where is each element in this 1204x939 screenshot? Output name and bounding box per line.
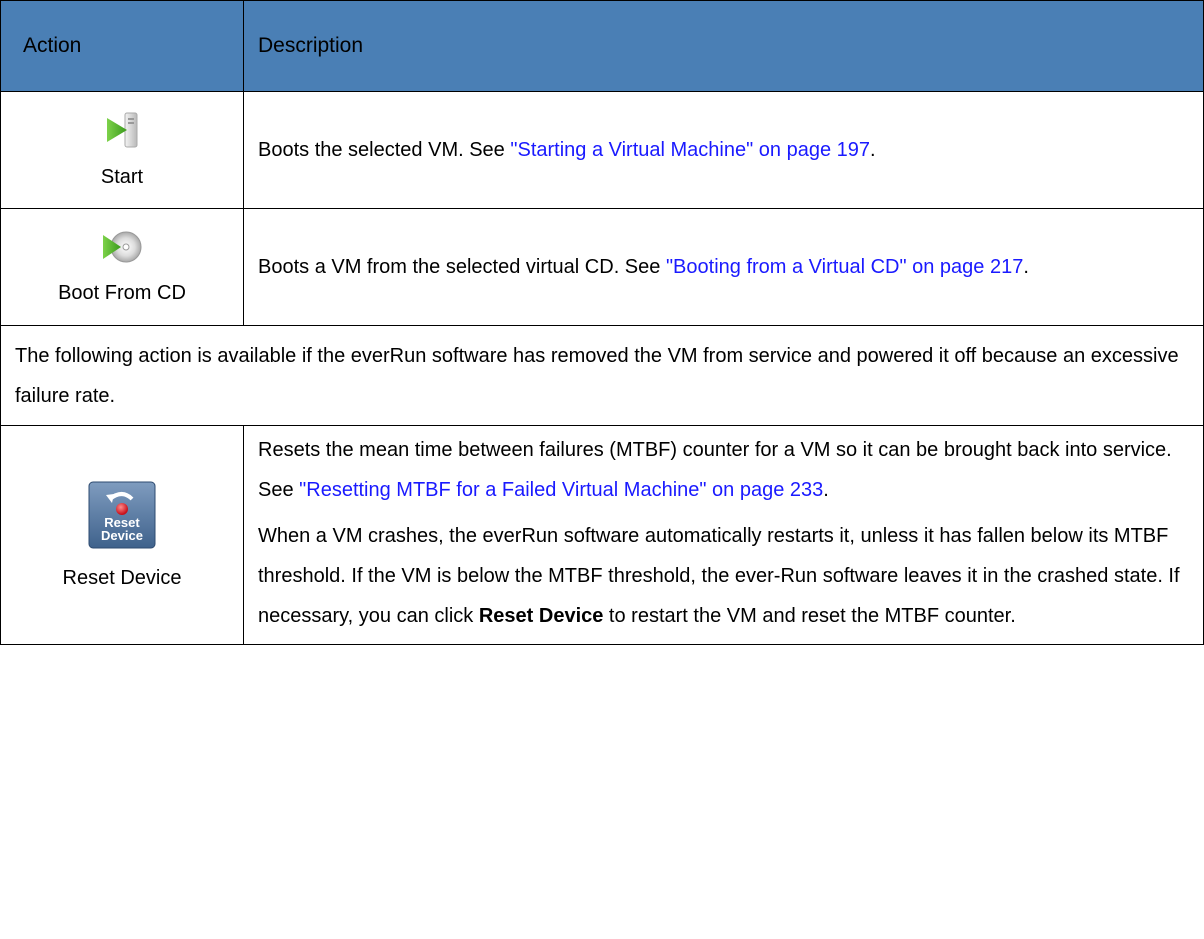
action-label-reset-device: Reset Device	[62, 566, 182, 589]
reset-p1-end: .	[823, 479, 829, 501]
action-cell-boot-cd: Boot From CD	[0, 208, 244, 326]
actions-table: Action Description Start Boots the selec…	[0, 0, 1204, 645]
table-row-boot-cd: Boot From CD Boots a VM from the selecte…	[0, 208, 1204, 326]
action-label-boot-cd: Boot From CD	[58, 281, 186, 304]
link-resetting-mtbf[interactable]: "Resetting MTBF for a Failed Virtual Mac…	[299, 479, 823, 501]
note-cell: The following action is available if the…	[0, 325, 1204, 426]
table-row-reset-device: Reset Device Reset Device Resets the mea…	[0, 425, 1204, 645]
link-booting-cd[interactable]: "Booting from a Virtual CD" on page 217	[666, 256, 1023, 278]
description-cell-start: Boots the selected VM. See "Starting a V…	[243, 91, 1204, 209]
description-column-header: Description	[243, 0, 1204, 92]
table-header-row: Action Description	[0, 0, 1204, 92]
reset-paragraph-2: When a VM crashes, the everRun software …	[258, 516, 1189, 636]
action-cell-reset-device: Reset Device Reset Device	[0, 425, 244, 645]
start-icon[interactable]	[105, 112, 139, 148]
reset-icon-text-2: Device	[101, 528, 143, 543]
link-starting-vm[interactable]: "Starting a Virtual Machine" on page 197	[510, 139, 870, 161]
description-end-boot-cd: .	[1023, 256, 1029, 278]
description-text-boot-cd: Boots a VM from the selected virtual CD.…	[258, 256, 666, 278]
table-row-note: The following action is available if the…	[0, 325, 1204, 426]
reset-p2-bold: Reset Device	[478, 605, 604, 627]
reset-paragraph-1: Resets the mean time between failures (M…	[258, 430, 1189, 510]
reset-p2-end: to restart the VM and reset the MTBF cou…	[603, 605, 1016, 627]
table-row-start: Start Boots the selected VM. See "Starti…	[0, 91, 1204, 209]
action-column-header: Action	[0, 0, 244, 92]
description-end-start: .	[870, 139, 876, 161]
description-text-start: Boots the selected VM. See	[258, 139, 511, 161]
description-cell-boot-cd: Boots a VM from the selected virtual CD.…	[243, 208, 1204, 326]
boot-cd-icon[interactable]	[101, 230, 143, 264]
reset-device-icon[interactable]: Reset Device	[88, 481, 156, 549]
action-label-start: Start	[100, 165, 144, 188]
action-cell-start: Start	[0, 91, 244, 209]
description-cell-reset-device: Resets the mean time between failures (M…	[243, 425, 1204, 645]
